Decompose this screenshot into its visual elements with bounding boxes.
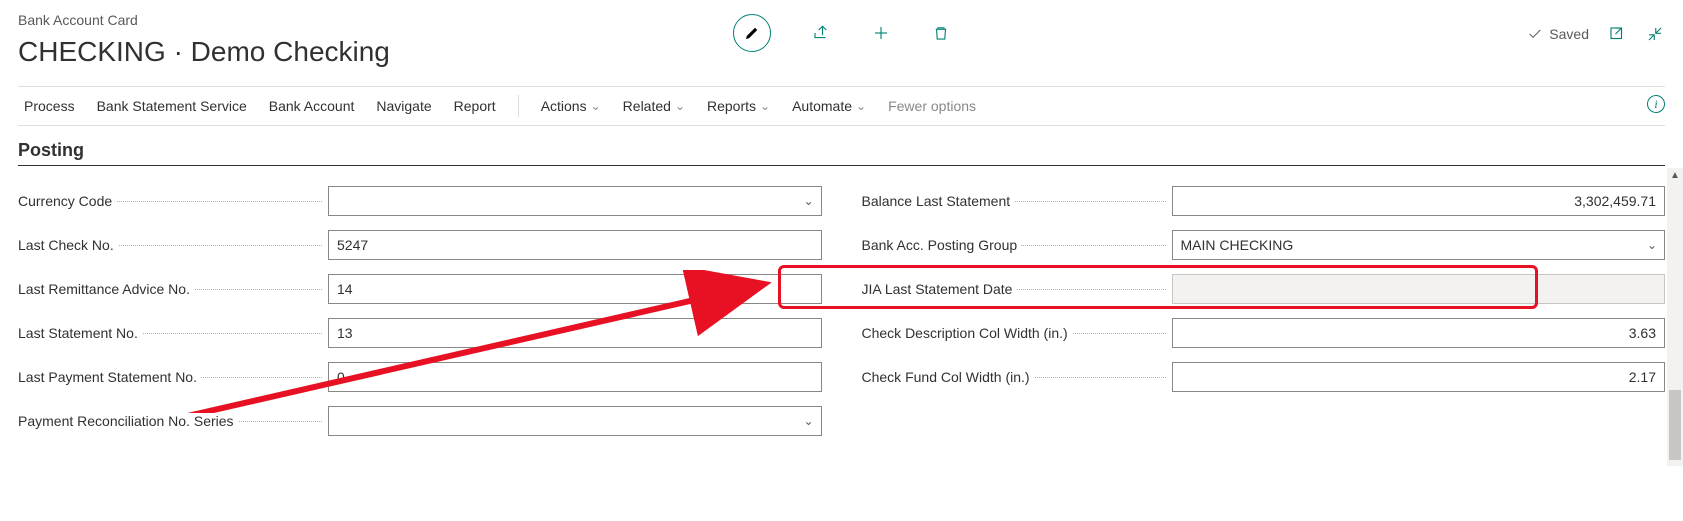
payment-reconciliation-no-series-field[interactable] (328, 406, 822, 436)
tab-bank-statement-service[interactable]: Bank Statement Service (97, 98, 247, 114)
tab-bank-account[interactable]: Bank Account (269, 98, 355, 114)
tab-reports[interactable]: Reports⌄ (707, 98, 770, 114)
chevron-down-icon: ⌄ (856, 99, 866, 113)
tab-related[interactable]: Related⌄ (623, 98, 685, 114)
chevron-down-icon: ⌄ (760, 99, 770, 113)
label-last-payment-statement-no: Last Payment Statement No. (18, 369, 328, 385)
tab-automate[interactable]: Automate⌄ (792, 98, 866, 114)
tab-report[interactable]: Report (454, 98, 496, 114)
currency-code-field[interactable] (328, 186, 822, 216)
scroll-thumb[interactable] (1669, 390, 1681, 460)
section-posting[interactable]: Posting (18, 140, 1665, 166)
last-remittance-advice-no-field[interactable] (328, 274, 822, 304)
chevron-down-icon: ⌄ (591, 99, 601, 113)
tab-navigate[interactable]: Navigate (376, 98, 431, 114)
tab-process[interactable]: Process (24, 98, 75, 114)
label-last-remittance-advice-no: Last Remittance Advice No. (18, 281, 328, 297)
last-payment-statement-no-field[interactable] (328, 362, 822, 392)
posting-form: Currency Code ⌄ Last Check No. Last Remi… (18, 186, 1665, 436)
toolbar-separator (518, 95, 519, 117)
label-last-statement-no: Last Statement No. (18, 325, 328, 341)
share-icon[interactable] (811, 23, 831, 43)
scrollbar[interactable]: ▲ (1667, 168, 1683, 466)
label-check-fund-col-width: Check Fund Col Width (in.) (862, 369, 1172, 385)
saved-indicator: Saved (1527, 26, 1589, 42)
page-title: CHECKING · Demo Checking (18, 36, 390, 68)
fewer-options[interactable]: Fewer options (888, 98, 976, 114)
popout-icon[interactable] (1607, 24, 1627, 44)
jia-last-statement-date-field (1172, 274, 1666, 304)
new-icon[interactable] (871, 23, 891, 43)
label-bank-acc-posting-group: Bank Acc. Posting Group (862, 237, 1172, 253)
edit-button[interactable] (733, 14, 771, 52)
saved-label: Saved (1549, 26, 1589, 42)
info-icon[interactable]: i (1647, 95, 1665, 113)
last-check-no-field[interactable] (328, 230, 822, 260)
label-currency-code: Currency Code (18, 193, 328, 209)
balance-last-statement-field[interactable] (1172, 186, 1666, 216)
bank-acc-posting-group-field[interactable] (1172, 230, 1666, 260)
label-jia-last-statement-date: JIA Last Statement Date (862, 281, 1172, 297)
breadcrumb: Bank Account Card (18, 12, 390, 28)
check-description-col-width-field[interactable] (1172, 318, 1666, 348)
check-fund-col-width-field[interactable] (1172, 362, 1666, 392)
tab-actions[interactable]: Actions⌄ (541, 98, 601, 114)
scroll-up-icon[interactable]: ▲ (1667, 170, 1683, 181)
pencil-icon (743, 24, 761, 42)
chevron-down-icon: ⌄ (675, 99, 685, 113)
delete-icon[interactable] (931, 23, 951, 43)
label-check-description-col-width: Check Description Col Width (in.) (862, 325, 1172, 341)
collapse-icon[interactable] (1645, 24, 1665, 44)
label-balance-last-statement: Balance Last Statement (862, 193, 1172, 209)
last-statement-no-field[interactable] (328, 318, 822, 348)
checkmark-icon (1527, 26, 1543, 42)
label-last-check-no: Last Check No. (18, 237, 328, 253)
label-payment-reconciliation-no-series: Payment Reconciliation No. Series (18, 413, 328, 429)
